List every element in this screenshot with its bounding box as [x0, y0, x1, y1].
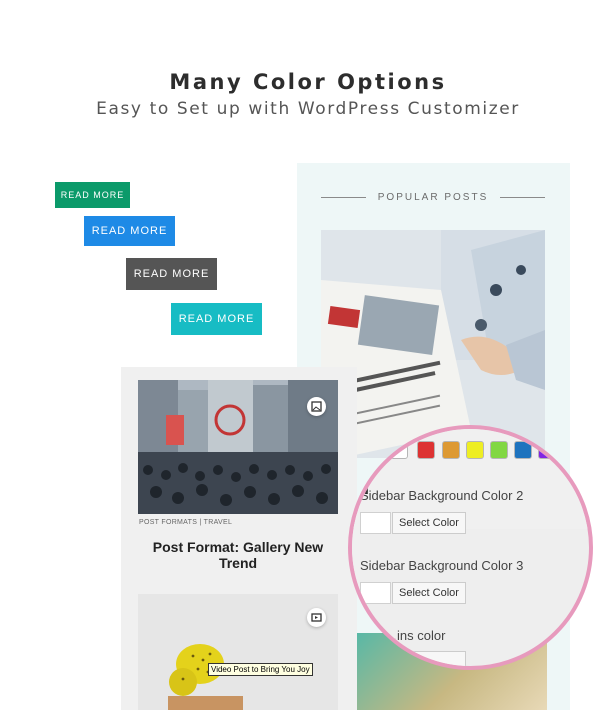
color-swatch[interactable] [514, 441, 532, 459]
color-swatch[interactable] [538, 441, 556, 459]
divider-line [321, 196, 366, 198]
gallery-icon [307, 397, 326, 416]
color-swatch[interactable] [442, 441, 460, 459]
video-tooltip: Video Post to Bring You Joy [208, 663, 313, 676]
hero-subtitle: Easy to Set up with WordPress Customizer [96, 99, 520, 119]
post-image-crowd[interactable] [138, 380, 338, 514]
read-more-button-gray[interactable]: READ MORE [126, 258, 217, 290]
hero-title: Many Color Options [169, 70, 447, 94]
partial-category: RMATS | [356, 461, 384, 468]
post-image-cactus[interactable] [138, 594, 338, 710]
read-more-button-blue[interactable]: READ MORE [84, 216, 175, 246]
color-preview-2[interactable] [360, 512, 391, 534]
color-swatch[interactable] [490, 441, 508, 459]
popular-posts-header: POPULAR POSTS [321, 190, 545, 204]
setting-label-partial: …ins color [384, 628, 446, 643]
setting-label-sidebar-bg-2: Sidebar Background Color 2 [360, 488, 524, 503]
post-title[interactable]: Post Format: Gallery New Trend [138, 539, 338, 571]
post-category[interactable]: POST FORMATS | TRAVEL [139, 519, 232, 526]
read-more-button-teal[interactable]: READ MORE [171, 303, 262, 335]
select-color-button-3[interactable]: Select Color [392, 582, 466, 604]
popular-posts-title: POPULAR POSTS [377, 191, 489, 203]
color-swatch[interactable] [390, 441, 408, 459]
customizer-zoom: RMATS | N Sidebar Background Color 2 Sel… [348, 425, 593, 670]
read-more-button-green[interactable]: READ MORE [55, 182, 130, 208]
color-swatch[interactable] [417, 441, 435, 459]
video-icon [307, 608, 326, 627]
select-color-button-2[interactable]: Select Color [392, 512, 466, 534]
post-card: POST FORMATS | TRAVEL Post Format: Galle… [121, 367, 357, 710]
divider-line [500, 196, 545, 198]
setting-label-sidebar-bg-3: Sidebar Background Color 3 [360, 558, 524, 573]
color-preview-3[interactable] [360, 582, 391, 604]
color-swatch[interactable] [466, 441, 484, 459]
